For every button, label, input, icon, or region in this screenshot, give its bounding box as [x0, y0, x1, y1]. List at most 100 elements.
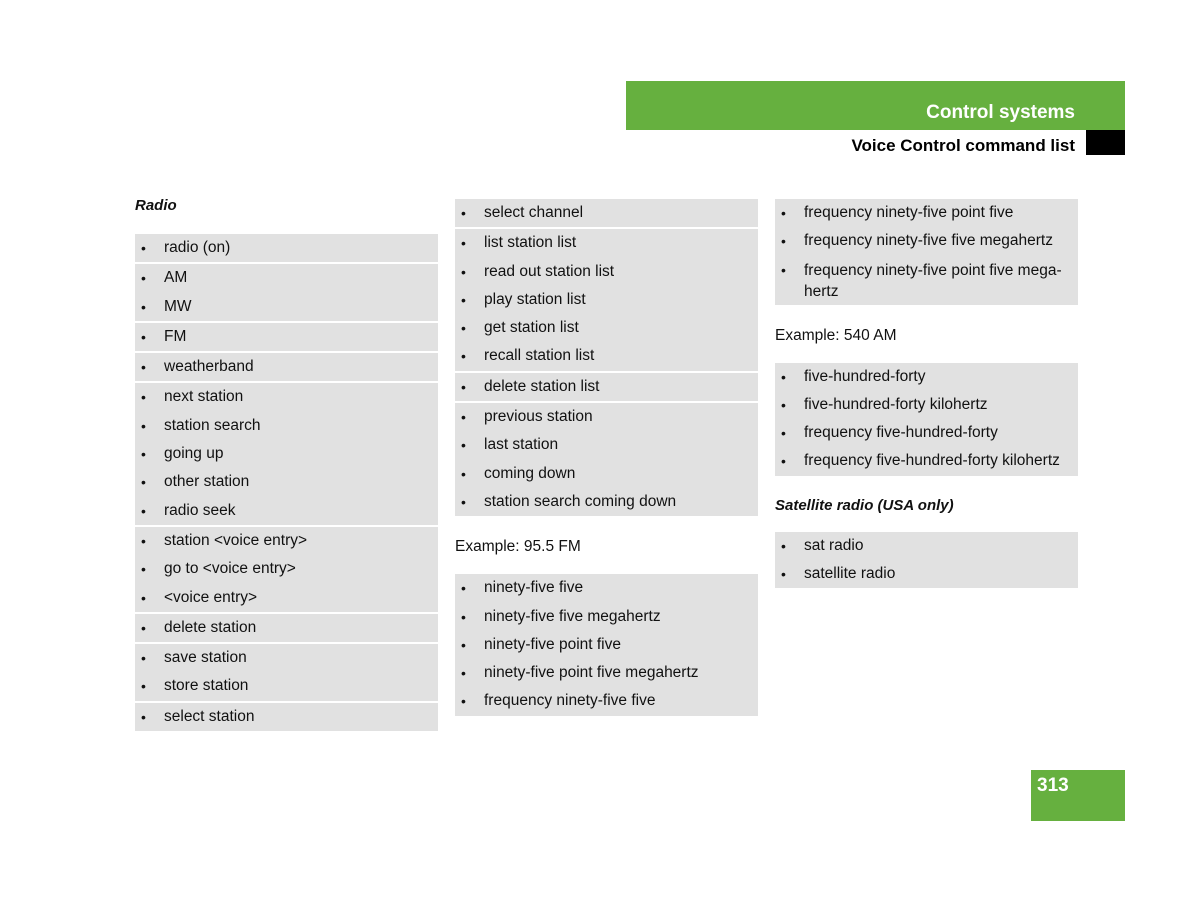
list-item: • station search coming down: [455, 488, 758, 516]
bullet-icon: •: [141, 417, 146, 434]
example-label: Example: 95.5 FM: [455, 538, 581, 556]
command-group: • sat radio • satellite radio: [775, 531, 1078, 589]
command-text: next station: [164, 388, 244, 406]
list-item: • delete station list: [455, 373, 758, 401]
bullet-icon: •: [141, 270, 146, 287]
bullet-icon: •: [461, 493, 466, 510]
command-text: previous station: [484, 408, 593, 426]
bullet-icon: •: [141, 389, 146, 406]
command-text: frequency ninety-five point five: [804, 204, 1014, 221]
command-text: frequency ninety-five five: [484, 692, 656, 710]
command-text: going up: [164, 445, 224, 463]
bullet-icon: •: [141, 298, 146, 315]
list-item: • recall station list: [455, 342, 758, 370]
list-item: • radio seek: [135, 497, 438, 525]
command-text: station search: [164, 416, 261, 434]
list-item: • select channel: [455, 199, 758, 227]
bullet-icon: •: [461, 409, 466, 426]
bullet-icon: •: [141, 359, 146, 376]
command-text: frequency five-hundred-forty: [804, 424, 998, 442]
command-text: read out station list: [484, 262, 615, 280]
bullet-icon: •: [141, 240, 146, 256]
command-text: store station: [164, 677, 249, 695]
bullet-icon: •: [461, 693, 466, 710]
list-item: • select station: [135, 703, 438, 731]
list-item: • get station list: [455, 314, 758, 342]
list-item: • play station list: [455, 286, 758, 314]
command-list: • radio (on) • AM • MW • FM • weatherband • next st…: [135, 234, 438, 732]
list-item: • next station: [135, 383, 438, 411]
bullet-icon: •: [141, 678, 146, 695]
list-item: • AM: [135, 264, 438, 292]
list-item: • satellite radio: [775, 560, 1078, 588]
list-item: • ninety-five five megahertz: [455, 603, 758, 631]
command-group: • delete station: [135, 613, 438, 645]
bullet-icon: •: [461, 465, 466, 482]
list-item: • frequency ninety-five five megahertz: [775, 227, 1078, 255]
bullet-icon: •: [781, 453, 786, 470]
command-group: • previous station • last station • coming do…: [455, 403, 758, 517]
command-text: ninety-five five: [484, 579, 584, 597]
bullet-icon: •: [141, 619, 146, 636]
command-group: • radio (on): [135, 234, 438, 265]
command-text: MW: [164, 297, 192, 315]
command-text: last station: [484, 436, 559, 454]
bullet-icon: •: [461, 636, 466, 653]
bullet-icon: •: [781, 233, 786, 250]
list-item: • save station: [135, 644, 438, 672]
command-text: frequency five-hundred-forty kilohertz: [804, 452, 1060, 470]
list-item: • frequency five-hundred-forty: [775, 419, 1078, 447]
chapter-header-bar: Control systems: [626, 81, 1125, 130]
command-text: five-hundred-forty kilohertz: [804, 395, 988, 413]
list-item: • station search: [135, 412, 438, 440]
command-text: satellite radio: [804, 565, 896, 583]
command-group: • select station: [135, 702, 438, 732]
command-text: radio (on): [164, 239, 231, 256]
bullet-icon: •: [781, 566, 786, 583]
command-group: • weatherband: [135, 353, 438, 384]
bullet-icon: •: [461, 235, 466, 252]
bullet-icon: •: [461, 665, 466, 682]
command-group: • save station • store station: [135, 644, 438, 703]
bullet-icon: •: [461, 608, 466, 625]
bullet-icon: •: [781, 537, 786, 554]
bullet-icon: •: [141, 474, 146, 491]
section-tab-marker: [1086, 130, 1125, 155]
command-text: other station: [164, 473, 250, 491]
column-3: • frequency ninety-five point five • freque…: [775, 199, 1078, 589]
list-item: • ninety-five point five: [455, 631, 758, 659]
command-text: delete station: [164, 618, 257, 636]
command-text: radio seek: [164, 501, 236, 519]
command-text: go to <voice entry>: [164, 560, 296, 578]
list-item: • five-hundred-forty: [775, 363, 1078, 391]
list-item: • delete station: [135, 614, 438, 642]
command-text: list station list: [484, 234, 577, 252]
satellite-section-title: Satellite radio (USA only): [775, 496, 954, 514]
command-text: delete station list: [484, 377, 600, 395]
list-item: • other station: [135, 468, 438, 496]
list-item: • five-hundred-forty kilohertz: [775, 391, 1078, 419]
command-text: sat radio: [804, 536, 864, 554]
command-text: recall station list: [484, 347, 595, 365]
bullet-icon: •: [141, 589, 146, 606]
list-item: • read out station list: [455, 258, 758, 286]
list-item: • last station: [455, 431, 758, 459]
list-item: • frequency five-hundred-forty kilohertz: [775, 447, 1078, 475]
command-group: • ninety-five five • ninety-five five megah…: [455, 574, 758, 716]
example-label: Example: 540 AM: [775, 326, 897, 344]
example-command-list: • ninety-five five • ninety-five five megah…: [455, 574, 758, 716]
command-group: • select channel: [455, 199, 758, 230]
chapter-title: Control systems: [926, 102, 1075, 123]
bullet-icon: •: [141, 532, 146, 549]
bullet-icon: •: [141, 502, 146, 519]
command-group: • AM • MW: [135, 264, 438, 323]
command-group: • frequency ninety-five point five • freque…: [775, 199, 1078, 305]
command-text: select channel: [484, 204, 584, 221]
command-group: • list station list • read out station list…: [455, 229, 758, 373]
radio-section-title: Radio: [135, 197, 177, 214]
bullet-icon: •: [461, 378, 466, 395]
example-command-list: • five-hundred-forty • five-hundred-forty k…: [775, 362, 1078, 476]
bullet-icon: •: [781, 261, 786, 278]
page-number: 313: [1037, 775, 1069, 796]
bullet-icon: •: [141, 650, 146, 667]
